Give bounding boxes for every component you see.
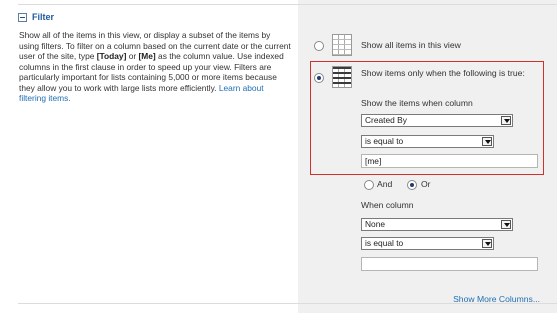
or-label: Or [421, 179, 431, 189]
description-bold-token: [Me] [138, 51, 156, 61]
chevron-down-icon[interactable] [482, 137, 492, 146]
show-all-label: Show all items in this view [361, 40, 461, 50]
filtered-view-icon [332, 66, 352, 88]
chevron-down-icon[interactable] [482, 239, 492, 248]
and-label: And [377, 179, 393, 189]
view-all-icon [332, 34, 352, 56]
when-column-label: When column [361, 200, 414, 210]
show-filtered-radio[interactable] [314, 73, 324, 83]
clause1-operator-select[interactable]: is equal to [361, 135, 494, 148]
collapse-icon[interactable] [18, 12, 27, 22]
top-divider [18, 4, 557, 5]
chevron-down-icon[interactable] [501, 116, 511, 125]
clause1-value-input[interactable]: [me] [361, 154, 538, 168]
and-radio[interactable] [364, 180, 374, 190]
section-title: Filter [32, 12, 55, 22]
clause1-column-value: Created By [365, 115, 407, 125]
clause1-column-select[interactable]: Created By [361, 114, 513, 127]
clause2-operator-select[interactable]: is equal to [361, 237, 494, 250]
chevron-down-icon[interactable] [501, 220, 511, 229]
clause2-value-input[interactable] [361, 257, 538, 271]
section-description: Show all of the items in this view, or d… [19, 30, 291, 104]
clause1-operator-value: is equal to [365, 136, 404, 146]
clause2-column-select[interactable]: None [361, 218, 513, 231]
section-header[interactable]: Filter [18, 12, 54, 22]
description-bold-token: [Today] [96, 51, 127, 61]
clause2-column-value: None [365, 219, 386, 229]
or-radio[interactable] [407, 180, 417, 190]
description-text: or [126, 51, 139, 61]
show-filtered-label: Show items only when the following is tr… [361, 68, 525, 78]
show-more-columns-link[interactable]: Show More Columns... [453, 294, 540, 304]
clause1-value-text: [me] [365, 156, 382, 166]
show-items-when-column-label: Show the items when column [361, 98, 473, 108]
show-all-radio[interactable] [314, 41, 324, 51]
clause2-operator-value: is equal to [365, 238, 404, 248]
